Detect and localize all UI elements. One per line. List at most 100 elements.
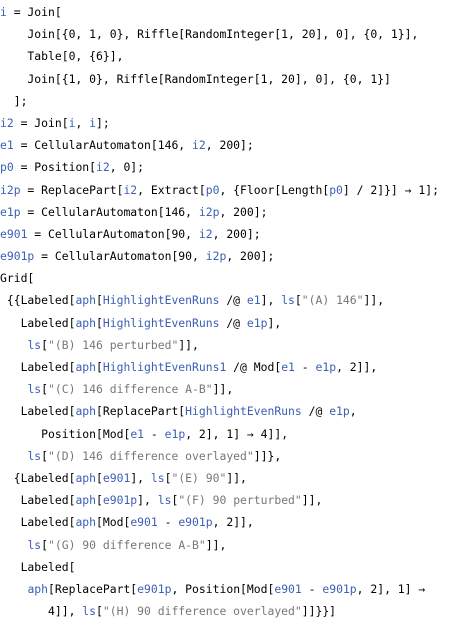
code-symbol: aph xyxy=(27,581,49,596)
code-line[interactable]: Labeled[aph[Mod[e901 - e901p, 2]], xyxy=(0,511,473,533)
code-text: Labeled[ xyxy=(0,404,76,419)
code-text: ]], xyxy=(226,470,247,485)
code-text: ]], xyxy=(301,493,323,508)
code-line[interactable]: Position[Mod[e1 - e1p, 2], 1] → 4]], xyxy=(0,423,473,445)
code-text: ], xyxy=(267,315,282,330)
code-symbol: i2 xyxy=(192,138,206,153)
code-line[interactable]: Labeled[aph[HighlightEvenRuns /@ e1p], xyxy=(0,312,473,334)
code-symbol: i xyxy=(0,5,7,19)
code-symbol: e1p xyxy=(164,426,186,441)
code-text: [ReplacePart[ xyxy=(96,404,186,419)
code-line[interactable]: Join[{1, 0}, Riffle[RandomInteger[1, 20]… xyxy=(0,68,473,90)
code-text: ]], xyxy=(363,293,385,308)
code-text: [ xyxy=(41,537,49,552)
code-text: , 200]; xyxy=(205,138,254,153)
code-text: Join[{1, 0}, Riffle[RandomInteger[1, 20]… xyxy=(0,71,391,86)
code-text: [ xyxy=(96,604,103,619)
code-string: "(C) 146 difference A-B" xyxy=(48,382,213,397)
code-text: = ReplacePart[ xyxy=(20,182,124,197)
code-line[interactable]: ls["(G) 90 difference A-B"]], xyxy=(0,534,473,556)
code-line[interactable]: i2p = ReplacePart[i2, Extract[p0, {Floor… xyxy=(0,179,473,201)
code-line[interactable]: Labeled[aph[HighlightEvenRuns1 /@ Mod[e1… xyxy=(0,356,473,378)
code-symbol: i2 xyxy=(123,182,138,197)
code-symbol: ls xyxy=(281,293,295,308)
code-symbol: HighlightEvenRuns xyxy=(185,404,302,419)
code-text: , 2], 1] → 4]], xyxy=(185,426,295,441)
code-text: = Join[ xyxy=(13,115,69,130)
code-line[interactable]: Table[0, {6}], xyxy=(0,45,473,67)
code-line[interactable]: Join[{0, 1, 0}, Riffle[RandomInteger[1, … xyxy=(0,23,473,45)
code-string: "(F) 90 perturbed" xyxy=(178,493,302,508)
code-symbol: HighlightEvenRuns xyxy=(102,293,220,308)
code-line[interactable]: Labeled[aph[e901p], ls["(F) 90 perturbed… xyxy=(0,489,473,511)
code-text: [ xyxy=(41,448,49,463)
code-line[interactable]: aph[ReplacePart[e901p, Position[Mod[e901… xyxy=(0,578,473,600)
code-line[interactable]: ls["(B) 146 perturbed"]], xyxy=(0,334,473,356)
code-text: - xyxy=(157,515,179,530)
code-symbol: i2 xyxy=(96,160,110,175)
code-line[interactable]: ls["(C) 146 difference A-B"]], xyxy=(0,378,473,400)
code-text: ]; xyxy=(96,115,110,130)
code-line[interactable]: e901p = CellularAutomaton[90, i2p, 200]; xyxy=(0,245,473,267)
code-line[interactable]: {Labeled[aph[e901], ls["(E) 90"]], xyxy=(0,467,473,489)
code-line[interactable]: Labeled[aph[ReplacePart[HighlightEvenRun… xyxy=(0,400,473,422)
code-line[interactable]: Grid[ xyxy=(0,267,473,289)
code-text: [Mod[ xyxy=(96,515,131,530)
code-line[interactable]: i2 = Join[i, i]; xyxy=(0,112,473,134)
code-text: - xyxy=(301,581,323,596)
code-text: = Position[ xyxy=(13,160,97,175)
code-symbol: ls xyxy=(27,337,42,352)
code-text: [ xyxy=(294,293,302,308)
code-line[interactable]: Labeled[ xyxy=(0,556,473,578)
code-symbol: i xyxy=(89,115,97,130)
code-symbol: e1 xyxy=(246,293,261,308)
code-line[interactable]: ls["(D) 146 difference overlayed"]]}, xyxy=(0,445,473,467)
code-symbol: aph xyxy=(75,293,97,308)
code-text: ]], xyxy=(212,382,234,397)
code-line[interactable]: 4]], ls["(H) 90 difference overlayed"]]}… xyxy=(0,600,473,622)
code-line[interactable]: e1p = CellularAutomaton[146, i2p, 200]; xyxy=(0,201,473,223)
code-symbol: e901p xyxy=(322,581,357,596)
code-text: 4]], xyxy=(0,604,83,619)
code-symbol: i2 xyxy=(0,115,14,130)
code-symbol: e901p xyxy=(137,581,172,596)
code-symbol: e901 xyxy=(102,470,131,485)
code-line[interactable]: {{Labeled[aph[HighlightEvenRuns /@ e1], … xyxy=(0,289,473,311)
code-line[interactable]: e901 = CellularAutomaton[90, i2, 200]; xyxy=(0,223,473,245)
code-text: , Position[Mod[ xyxy=(171,581,275,596)
code-symbol: ls xyxy=(27,382,42,397)
code-text: , 2]], xyxy=(212,515,254,530)
code-text: = CellularAutomaton[146, xyxy=(13,138,193,153)
code-string: "(A) 146" xyxy=(301,293,364,308)
code-text: /@ xyxy=(301,404,330,419)
code-symbol: e901 xyxy=(0,226,28,241)
notebook-input-cell[interactable]: i = Join[ Join[{0, 1, 0}, Riffle[RandomI… xyxy=(0,0,473,618)
code-text: ], xyxy=(137,493,158,508)
code-symbol: ls xyxy=(157,493,172,508)
code-text: Grid[ xyxy=(0,271,35,286)
code-symbol: i2p xyxy=(198,204,220,219)
code-symbol: e901p xyxy=(102,493,138,508)
code-text: Labeled[ xyxy=(0,559,76,574)
code-text: ], xyxy=(260,293,282,308)
code-text: = CellularAutomaton[90, xyxy=(34,249,206,264)
code-line[interactable]: ]; xyxy=(0,90,473,112)
code-string: "(G) 90 difference A-B" xyxy=(48,537,206,552)
code-line[interactable]: i = Join[ xyxy=(0,1,473,23)
code-text: = Join[ xyxy=(6,5,62,19)
code-text: = CellularAutomaton[90, xyxy=(27,226,199,241)
code-text: /@ xyxy=(219,315,247,330)
code-text: , Extract[ xyxy=(137,182,206,197)
code-line[interactable]: p0 = Position[i2, 0]; xyxy=(0,156,473,178)
code-symbol: p0 xyxy=(205,182,220,197)
code-symbol: e901 xyxy=(274,581,302,596)
code-text: [ xyxy=(41,382,49,397)
code-text: [ReplacePart[ xyxy=(48,581,138,596)
code-symbol: aph xyxy=(75,360,97,374)
code-line[interactable]: e1 = CellularAutomaton[146, i2, 200]; xyxy=(0,134,473,156)
code-symbol: i2 xyxy=(198,226,213,241)
code-text: , xyxy=(75,115,90,130)
